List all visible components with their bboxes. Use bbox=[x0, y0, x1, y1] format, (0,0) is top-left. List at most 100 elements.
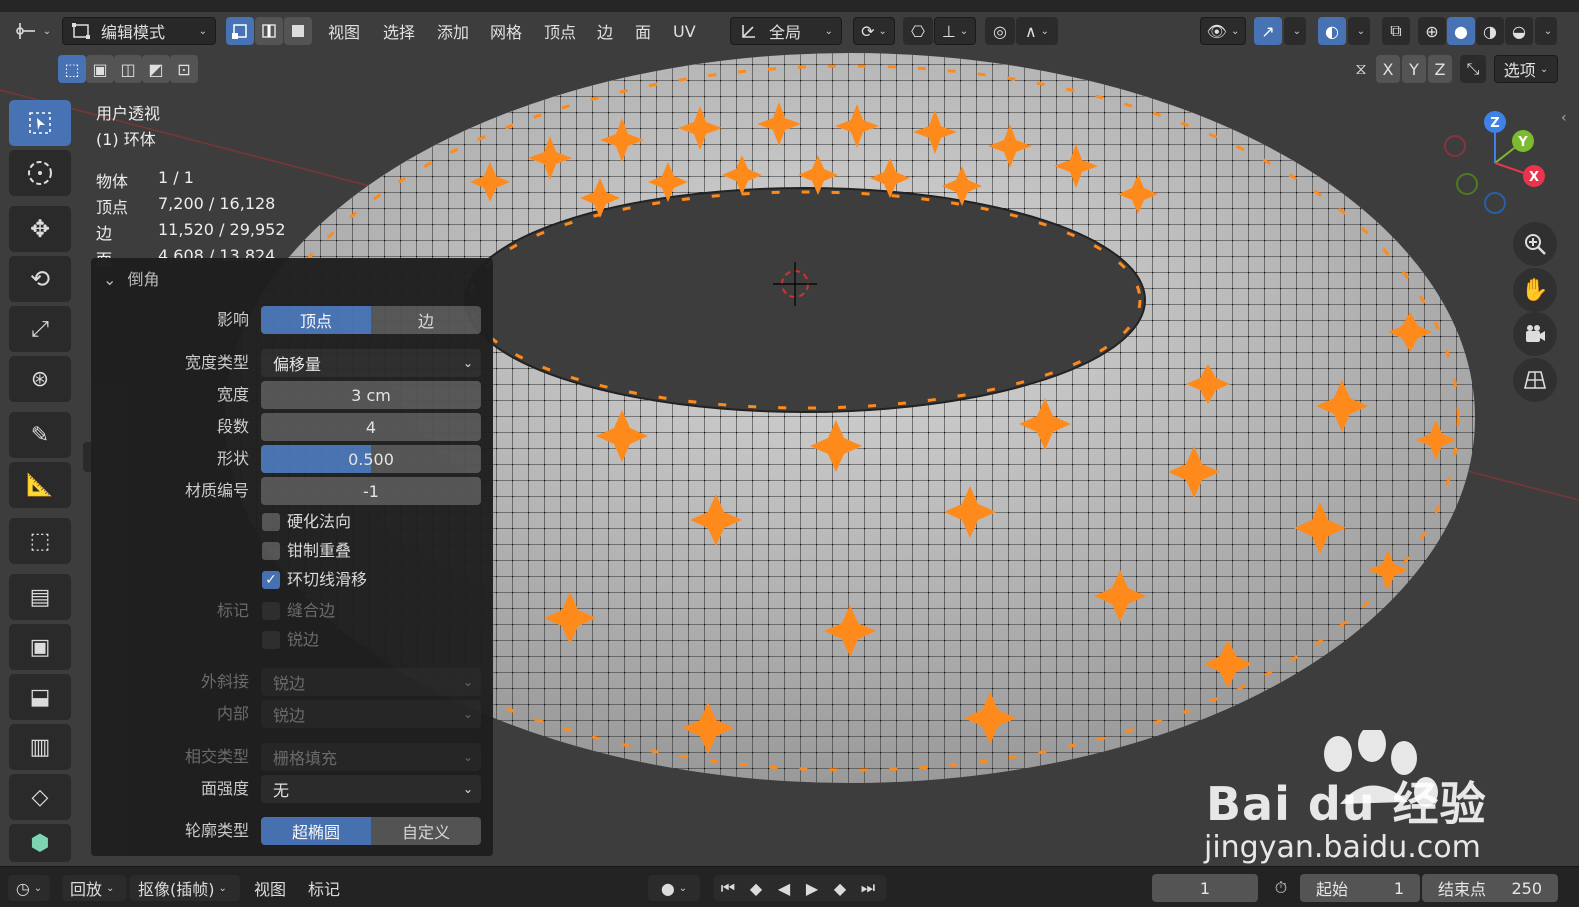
prev-keyframe-icon[interactable]: ◆ bbox=[742, 879, 770, 898]
menu-add[interactable]: 添加 bbox=[437, 17, 469, 45]
end-frame-field[interactable]: 结束点 250 bbox=[1422, 874, 1558, 902]
clamp-overlap-checkbox[interactable] bbox=[262, 542, 280, 560]
inset-tool[interactable]: ▣ bbox=[9, 624, 71, 670]
wireframe-shading-icon[interactable]: ⊕ bbox=[1418, 17, 1446, 45]
start-label: 起始 bbox=[1316, 880, 1349, 899]
options-dropdown[interactable]: 选项 ⌄ bbox=[1494, 55, 1558, 83]
timeline-marker-menu[interactable]: 标记 bbox=[308, 875, 340, 901]
play-icon[interactable]: ▶ bbox=[798, 879, 826, 898]
navigation-gizmo[interactable]: Z Y X bbox=[1440, 108, 1550, 218]
overlays-toggle-icon[interactable]: ◐ bbox=[1318, 17, 1346, 45]
current-frame-field[interactable]: 1 bbox=[1152, 874, 1258, 902]
editor-type-icon[interactable]: ⌄ bbox=[10, 17, 54, 45]
affect-row: 影响 顶点 边 bbox=[91, 306, 493, 334]
cursor-tool[interactable] bbox=[9, 150, 71, 196]
gizmo-toggle-icon[interactable]: ↗ bbox=[1254, 17, 1282, 45]
material-preview-icon[interactable]: ◑ bbox=[1476, 17, 1504, 45]
width-field[interactable]: 3 cm bbox=[261, 381, 481, 409]
auto-merge-icon[interactable]: ⤡ bbox=[1460, 55, 1486, 83]
poly-build-tool[interactable]: ⬢ bbox=[9, 824, 71, 862]
select-extend-icon[interactable]: ▣ bbox=[86, 55, 114, 83]
rendered-shading-icon[interactable]: ◒ bbox=[1505, 17, 1533, 45]
falloff-dropdown[interactable]: ∧ ⌄ bbox=[1016, 17, 1058, 45]
sidebar-toggle-icon[interactable]: ‹ bbox=[1561, 110, 1567, 126]
next-keyframe-icon[interactable]: ◆ bbox=[826, 879, 854, 898]
mode-dropdown[interactable]: 编辑模式 ⌄ bbox=[62, 17, 216, 45]
menu-mesh[interactable]: 网格 bbox=[490, 17, 522, 45]
mark-sharp-checkbox[interactable] bbox=[262, 631, 280, 649]
jump-end-icon[interactable]: ⏭ bbox=[854, 878, 882, 898]
timeline-editor-dropdown[interactable]: ◷ ⌄ bbox=[8, 875, 50, 901]
menu-view[interactable]: 视图 bbox=[328, 17, 360, 45]
mark-seam-checkbox[interactable] bbox=[262, 602, 280, 620]
affect-vertices-button[interactable]: 顶点 bbox=[261, 306, 371, 334]
jump-start-icon[interactable]: ⏮ bbox=[714, 878, 742, 898]
stat-label: 边 bbox=[96, 224, 113, 243]
segments-field[interactable]: 4 bbox=[261, 413, 481, 441]
affect-edges-button[interactable]: 边 bbox=[371, 306, 481, 334]
rotate-tool[interactable]: ⟲ bbox=[9, 256, 71, 302]
stopwatch-icon[interactable]: ⏱ bbox=[1266, 875, 1296, 901]
annotate-tool[interactable]: ✎ bbox=[9, 412, 71, 458]
face-strength-select[interactable]: 无 ⌄ bbox=[261, 775, 481, 803]
move-tool[interactable]: ✥ bbox=[9, 206, 71, 252]
profile-custom-button[interactable]: 自定义 bbox=[371, 817, 481, 845]
play-reverse-icon[interactable]: ◀ bbox=[770, 879, 798, 898]
gizmo-dropdown[interactable]: ⌄ bbox=[1284, 17, 1306, 45]
width-type-select[interactable]: 偏移量 ⌄ bbox=[261, 349, 481, 377]
transform-tool[interactable]: ⊛ bbox=[9, 356, 71, 402]
pivot-point-dropdown[interactable]: ⟳ ⌄ bbox=[853, 17, 895, 45]
perspective-grid-icon[interactable] bbox=[1513, 358, 1557, 402]
start-frame-field[interactable]: 起始 1 bbox=[1300, 874, 1420, 902]
add-cube-tool[interactable]: ⬚ bbox=[9, 518, 71, 564]
xray-toggle-icon[interactable]: ⧉ bbox=[1382, 17, 1410, 45]
select-new-icon[interactable]: ⬚ bbox=[58, 55, 86, 83]
select-subtract-icon[interactable]: ◫ bbox=[114, 55, 142, 83]
menu-edge[interactable]: 边 bbox=[597, 17, 613, 45]
menu-face[interactable]: 面 bbox=[635, 17, 651, 45]
shading-dropdown[interactable]: ⌄ bbox=[1535, 17, 1557, 45]
visibility-dropdown[interactable]: 👁 ⌄ bbox=[1200, 17, 1246, 45]
menu-select[interactable]: 选择 bbox=[383, 17, 415, 45]
scale-tool[interactable]: ⤢ bbox=[9, 306, 71, 352]
harden-normals-checkbox[interactable] bbox=[262, 513, 280, 531]
edge-select-mode-button[interactable] bbox=[255, 17, 283, 45]
timeline-view-menu[interactable]: 视图 bbox=[254, 875, 286, 901]
panel-header[interactable]: ⌄ 倒角 bbox=[103, 266, 160, 290]
transform-orientation-dropdown[interactable]: 全局 ⌄ bbox=[730, 17, 842, 45]
knife-tool[interactable]: ◇ bbox=[9, 774, 71, 820]
menu-uv[interactable]: UV bbox=[673, 17, 696, 45]
object-name: (1) 环体 bbox=[96, 130, 156, 149]
mirror-y-button[interactable]: Y bbox=[1402, 55, 1426, 83]
select-box-tool[interactable] bbox=[9, 100, 71, 146]
keying-menu[interactable]: 抠像(插帧) ⌄ bbox=[130, 875, 240, 901]
material-field[interactable]: -1 bbox=[261, 477, 481, 505]
face-select-mode-button[interactable] bbox=[284, 17, 312, 45]
camera-icon[interactable] bbox=[1513, 312, 1557, 356]
miter-outer-select[interactable]: 锐边 ⌄ bbox=[261, 668, 481, 696]
loop-slide-checkbox[interactable]: ✓ bbox=[262, 571, 280, 589]
record-keyframe-button[interactable]: ● ⌄ bbox=[648, 875, 700, 901]
profile-superellipse-button[interactable]: 超椭圆 bbox=[261, 817, 371, 845]
extrude-tool[interactable]: ▤ bbox=[9, 574, 71, 620]
mirror-z-button[interactable]: Z bbox=[1428, 55, 1452, 83]
loop-cut-tool[interactable]: ▥ bbox=[9, 724, 71, 770]
solid-shading-icon[interactable]: ● bbox=[1447, 17, 1475, 45]
mirror-x-button[interactable]: X bbox=[1376, 55, 1400, 83]
bevel-tool[interactable]: ⬓ bbox=[9, 674, 71, 720]
snap-toggle-icon[interactable]: ⎔ bbox=[903, 17, 933, 45]
pan-hand-icon[interactable]: ✋ bbox=[1513, 268, 1557, 312]
measure-tool[interactable]: 📐 bbox=[9, 462, 71, 508]
proportional-edit-icon[interactable]: ◎ bbox=[985, 17, 1015, 45]
miter-inner-select[interactable]: 锐边 ⌄ bbox=[261, 700, 481, 728]
snap-target-dropdown[interactable]: ⊥ ⌄ bbox=[934, 17, 976, 45]
shape-slider[interactable]: 0.500 bbox=[261, 445, 481, 473]
playback-menu[interactable]: 回放 ⌄ bbox=[62, 875, 126, 901]
zoom-icon[interactable] bbox=[1513, 222, 1557, 266]
intersection-select[interactable]: 栅格填充 ⌄ bbox=[261, 743, 481, 771]
vertex-select-mode-button[interactable] bbox=[226, 17, 254, 45]
select-intersect-icon[interactable]: ⊡ bbox=[170, 55, 198, 83]
menu-vertex[interactable]: 顶点 bbox=[544, 17, 576, 45]
select-difference-icon[interactable]: ◩ bbox=[142, 55, 170, 83]
overlays-dropdown[interactable]: ⌄ bbox=[1348, 17, 1370, 45]
